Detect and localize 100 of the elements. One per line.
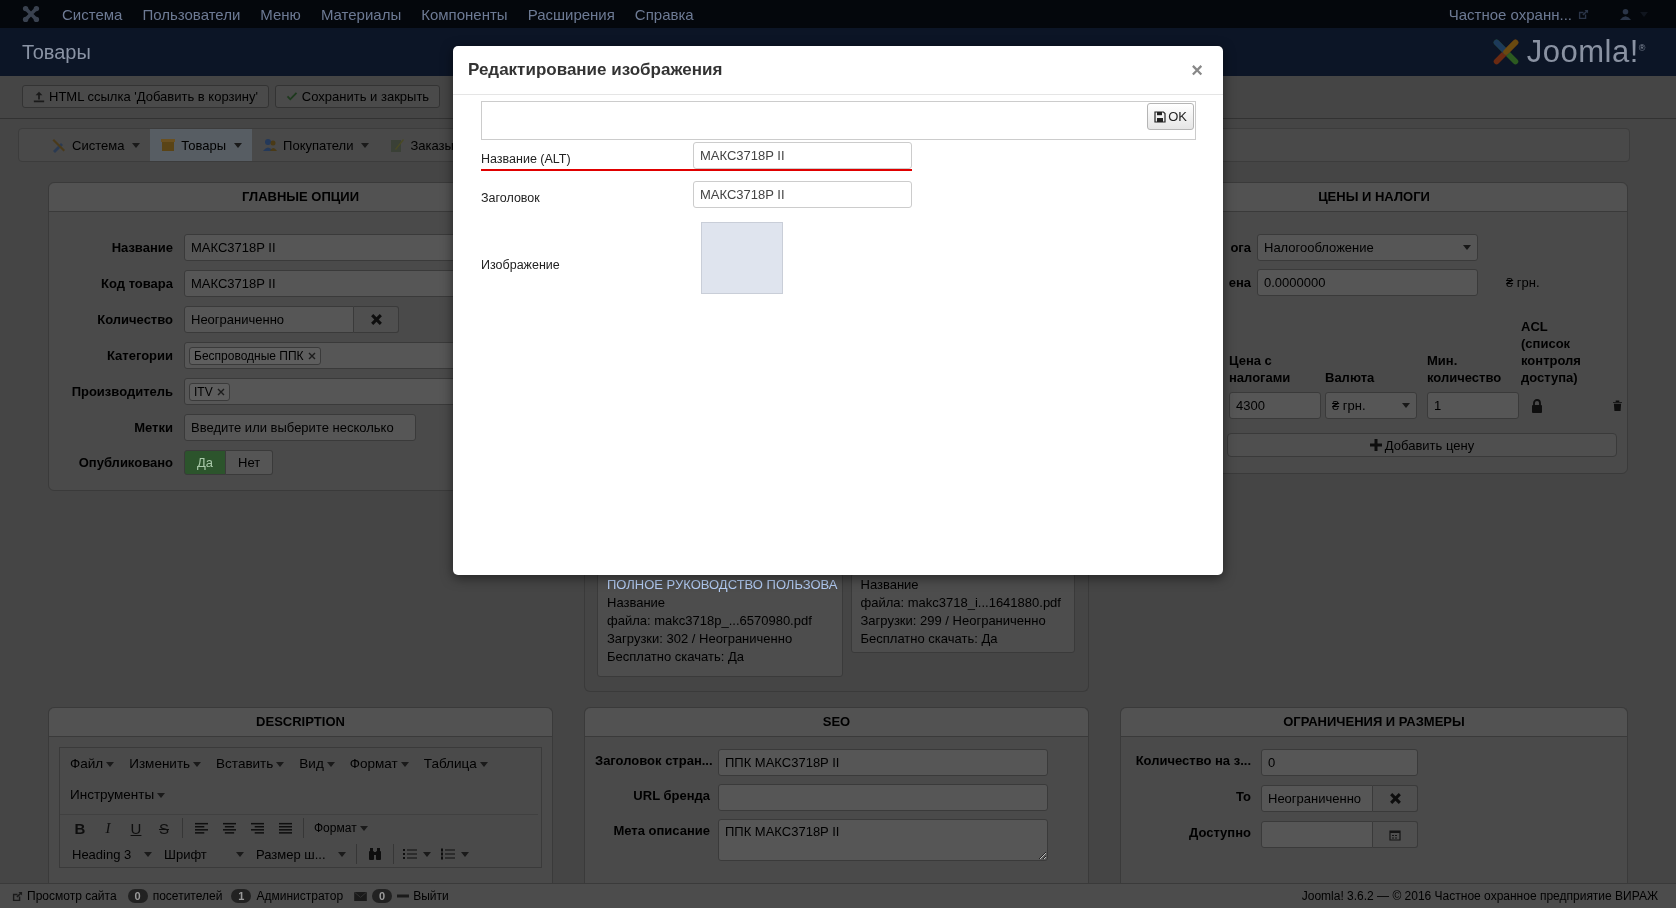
- field-label: Заголовок стран...: [595, 752, 710, 768]
- file-info-text: файла: makc3718p_...6570980.pdf: [607, 612, 813, 630]
- text-field[interactable]: МАКС3718P II: [693, 142, 912, 169]
- caret-icon: [400, 761, 409, 767]
- minus-icon: [397, 894, 410, 898]
- unit-label: ₴ грн.: [1506, 275, 1540, 290]
- user-icon: [1619, 7, 1632, 21]
- menu-item[interactable]: Материалы: [320, 5, 402, 23]
- column-header: Валюта: [1325, 369, 1376, 386]
- field-label: URL бренда: [632, 787, 710, 803]
- editor-menu[interactable]: Вид: [299, 756, 335, 771]
- tag-chip[interactable]: Беспроводные ППК: [189, 346, 321, 365]
- editor-menu[interactable]: Изменить: [129, 756, 202, 771]
- file-info-text: Бесплатно скачать: Да: [860, 630, 999, 648]
- field-label: Категории: [105, 348, 173, 363]
- editor-menu[interactable]: Вставить: [216, 756, 285, 771]
- font-size-dropdown[interactable]: Размер ш...: [250, 846, 352, 862]
- underline-button[interactable]: U: [122, 817, 150, 839]
- price-field[interactable]: 4300: [1229, 392, 1321, 419]
- view-site-link[interactable]: Просмотр сайта: [12, 889, 117, 903]
- text-area[interactable]: ППК МАКС3718P II: [718, 819, 1048, 861]
- currency-dropdown[interactable]: ₴ грн.: [1325, 392, 1417, 419]
- field-label: Заголовок: [481, 191, 541, 207]
- toggle-option[interactable]: Да: [184, 450, 227, 475]
- date-field[interactable]: [1261, 821, 1373, 848]
- logout-link[interactable]: Выйти: [397, 889, 449, 903]
- menu-item[interactable]: Расширения: [527, 5, 615, 23]
- logo-text: Joomla!$^{®}$: [1526, 34, 1646, 70]
- text-field[interactable]: 0: [1261, 749, 1418, 776]
- text-field[interactable]: [718, 784, 1048, 811]
- editor-menu[interactable]: Инструменты: [70, 787, 166, 802]
- text-field[interactable]: ППК МАКС3718P II: [718, 749, 1048, 776]
- caret-icon: [157, 792, 166, 798]
- clear-button[interactable]: [1373, 785, 1418, 812]
- italic-button[interactable]: I: [94, 817, 122, 839]
- count-badge: 0: [372, 889, 393, 903]
- calendar-button[interactable]: [1373, 821, 1418, 848]
- dropdown[interactable]: Налогообложение: [1257, 234, 1478, 261]
- text-field[interactable]: Неограниченно: [184, 306, 354, 333]
- editor-menu[interactable]: Файл: [70, 756, 115, 771]
- justify-icon: [278, 821, 292, 835]
- font-dropdown[interactable]: Шрифт: [158, 846, 250, 862]
- submenu-item[interactable]: Товары: [150, 129, 253, 161]
- add-price-button[interactable]: Добавить цену: [1227, 433, 1617, 457]
- field-label: Изображение: [481, 258, 561, 274]
- field-label: ена: [1227, 275, 1251, 290]
- ok-button[interactable]: OK: [1147, 103, 1194, 130]
- menu-item[interactable]: Справка: [634, 5, 694, 23]
- status-text: посетителей: [152, 889, 223, 903]
- menu-item[interactable]: Компоненты: [421, 5, 508, 23]
- caret-icon: [144, 851, 152, 857]
- text-field[interactable]: 0.0000000: [1257, 269, 1478, 296]
- numbered-list-icon: [441, 848, 455, 860]
- menu-item[interactable]: Меню: [260, 5, 301, 23]
- lock-icon: [1531, 398, 1543, 413]
- plus-icon: [1369, 439, 1382, 451]
- panel-title: DESCRIPTION: [49, 708, 552, 737]
- toolbar-button[interactable]: HTML ссылка 'Добавить в корзину': [22, 85, 269, 108]
- file-link[interactable]: ПОЛНОЕ РУКОВОДСТВО ПОЛЬЗОВА: [607, 576, 838, 594]
- text-field[interactable]: Введите или выберите несколько: [184, 414, 416, 441]
- file-info-text: Бесплатно скачать: Да: [607, 648, 745, 666]
- block-format-dropdown[interactable]: Heading 3: [66, 846, 158, 862]
- menu-item[interactable]: Пользователи: [142, 5, 241, 23]
- clear-button[interactable]: [354, 306, 399, 333]
- field-label: Название (ALT): [481, 152, 572, 168]
- text-field[interactable]: Неограниченно: [1261, 785, 1373, 812]
- caret-icon: [1463, 245, 1471, 250]
- text-field[interactable]: МАКС3718P II: [693, 181, 912, 208]
- site-link[interactable]: Частное охранн...: [1448, 5, 1572, 23]
- strikethrough-button[interactable]: S: [150, 817, 178, 839]
- column-header: ACL (список контроля доступа): [1521, 318, 1582, 386]
- bullet-list-icon: [403, 848, 417, 860]
- panel-title: SEO: [585, 708, 1088, 737]
- column-header: Цена с налогами: [1229, 352, 1292, 386]
- users-icon: [262, 137, 279, 153]
- remove-icon: [216, 387, 225, 396]
- caret-icon: [132, 142, 141, 148]
- caret-icon: [479, 761, 488, 767]
- close-button[interactable]: ×: [1187, 58, 1207, 82]
- mail-icon: [354, 891, 368, 901]
- caret-icon: [326, 761, 335, 767]
- editor-menu[interactable]: Формат: [349, 756, 409, 771]
- toolbar-button[interactable]: Сохранить и закрыть: [274, 85, 441, 108]
- field-label: Количество: [96, 312, 173, 327]
- submenu-item[interactable]: Система: [41, 129, 151, 161]
- submenu-item[interactable]: Покупатели: [252, 129, 380, 161]
- quantity-field[interactable]: 1: [1427, 392, 1519, 419]
- file-info-text: Название: [607, 594, 667, 612]
- editor-menu[interactable]: Таблица: [423, 756, 488, 771]
- menu-item[interactable]: Система: [62, 5, 123, 23]
- caret-icon: [1402, 403, 1410, 408]
- caret-icon: [461, 851, 469, 857]
- toggle-option[interactable]: Нет: [226, 450, 274, 475]
- bold-button[interactable]: B: [66, 817, 94, 839]
- tag-chip[interactable]: ITV: [189, 382, 230, 401]
- field-label: Количество на з...: [1134, 752, 1251, 768]
- align-right-icon: [250, 821, 264, 835]
- format-dropdown[interactable]: Формат: [308, 821, 374, 835]
- field-label: Название: [110, 240, 173, 255]
- caret-icon: [276, 761, 285, 767]
